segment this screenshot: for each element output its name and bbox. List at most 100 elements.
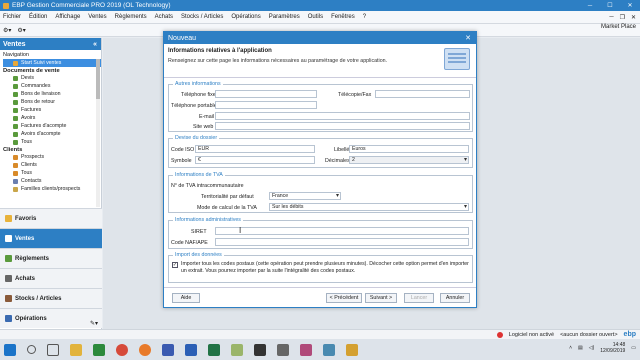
menu-help[interactable]: ? [363, 14, 366, 20]
code-iso-field[interactable]: EUR [195, 145, 315, 153]
tree-item-factures-acompte[interactable]: Factures d'acompte [3, 122, 101, 130]
menu-parametres[interactable]: Paramètres [269, 14, 300, 20]
field-label: Téléphone portable [171, 102, 217, 109]
dialog-close-icon[interactable]: ✕ [463, 33, 473, 42]
mdi-close-icon[interactable]: ✕ [631, 14, 636, 21]
tree-item-prospects[interactable]: Prospects [3, 153, 101, 161]
mode-calcul-select[interactable]: Sur les débits [269, 203, 469, 211]
menu-achats[interactable]: Achats [155, 14, 173, 20]
tree-scrollbar[interactable] [96, 59, 100, 207]
cancel-button[interactable]: Annuler [440, 293, 470, 303]
volume-icon[interactable]: ◁) [589, 345, 595, 351]
menu-fichier[interactable]: Fichier [3, 14, 21, 20]
module-reglements[interactable]: Règlements [0, 248, 102, 268]
tree-item-factures[interactable]: Factures [3, 106, 101, 114]
sidebar-title: Ventes [3, 40, 26, 48]
help-button[interactable]: Aide [172, 293, 200, 303]
chrome-icon[interactable] [116, 343, 128, 356]
siret-field[interactable] [215, 227, 469, 235]
explorer-icon[interactable] [70, 343, 82, 356]
tree-item-avoirs-acompte[interactable]: Avoirs d'acompte [3, 130, 101, 138]
maximize-icon[interactable]: ☐ [600, 0, 620, 11]
module-favoris[interactable]: Favoris [0, 208, 102, 228]
tree-item-commandes[interactable]: Commandes [3, 82, 101, 90]
next-button[interactable]: Suivant > [365, 293, 397, 303]
naf-field[interactable] [215, 238, 469, 246]
launch-button[interactable]: Lancer [404, 293, 434, 303]
label-site-web: Site web [193, 122, 213, 131]
text-cursor-icon: I [239, 226, 242, 235]
label-tel-fixe: Téléphone fixe [181, 90, 216, 99]
title-bar: EBP Gestion Commerciale PRO 2019 (OL Tec… [0, 0, 640, 11]
tree-item-devis[interactable]: Devis [3, 74, 101, 82]
tree-item-livraison[interactable]: Bons de livraison [3, 90, 101, 98]
settings-icon[interactable]: ⚙▾ [3, 27, 11, 34]
menu-operations[interactable]: Opérations [231, 14, 260, 20]
ebp-app-icon[interactable] [93, 343, 105, 356]
mdi-restore-icon[interactable]: ❐ [620, 14, 625, 21]
tree-item-tous-docs[interactable]: Tous [3, 138, 101, 146]
territorialite-select[interactable]: France [269, 192, 341, 200]
module-list: Favoris Ventes Règlements Achats Stocks … [0, 208, 102, 328]
tree-item-tous-clients[interactable]: Tous [3, 169, 101, 177]
navigation-label: Navigation [3, 51, 29, 58]
tree-item-label: Prospects [21, 154, 45, 160]
sidebar-footer: ✎▾ [0, 317, 102, 329]
options-icon[interactable]: ⚙▾ [17, 27, 25, 34]
app-icon[interactable] [346, 343, 358, 356]
excel-icon[interactable] [208, 343, 220, 356]
clock[interactable]: 14:48 12/09/2019 [600, 342, 625, 354]
email-field[interactable] [215, 112, 470, 120]
tree-item-contacts[interactable]: Contacts [3, 177, 101, 185]
telecopie-field[interactable] [375, 90, 470, 98]
menu-edition[interactable]: Édition [29, 14, 47, 20]
market-place-link[interactable]: Market Place [601, 24, 636, 30]
tray-up-icon[interactable]: ˄ [569, 345, 572, 351]
decimales-select[interactable]: 2 [349, 156, 469, 164]
menu-affichage[interactable]: Affichage [55, 14, 80, 20]
app-icon[interactable] [162, 343, 174, 356]
menu-ventes[interactable]: Ventes [88, 14, 106, 20]
windows-start-icon[interactable] [4, 343, 16, 356]
search-icon[interactable] [27, 345, 36, 354]
tel-portable-field[interactable] [215, 101, 317, 109]
task-view-icon[interactable] [47, 343, 59, 356]
collapse-icon[interactable]: « [93, 41, 97, 48]
libelle-field[interactable]: Euros [349, 145, 469, 153]
menu-reglements[interactable]: Règlements [115, 14, 147, 20]
module-ventes[interactable]: Ventes [0, 228, 102, 248]
label-mode-calcul: Mode de calcul de la TVA [197, 203, 257, 212]
module-achats[interactable]: Achats [0, 268, 102, 288]
tree-item-retour[interactable]: Bons de retour [3, 98, 101, 106]
scrollbar-thumb[interactable] [96, 59, 100, 99]
app-icon[interactable] [277, 343, 289, 356]
site-web-field[interactable] [215, 122, 470, 130]
module-stocks[interactable]: Stocks / Articles [0, 288, 102, 308]
minimize-icon[interactable]: ─ [580, 0, 600, 11]
menu-fenetres[interactable]: Fenêtres [331, 14, 355, 20]
word-icon[interactable] [185, 343, 197, 356]
firefox-icon[interactable] [139, 343, 151, 356]
app-icon[interactable] [323, 343, 335, 356]
import-postcodes-checkbox[interactable]: ✓ [172, 262, 178, 268]
menu-outils[interactable]: Outils [308, 14, 323, 20]
close-icon[interactable]: ✕ [620, 0, 640, 11]
customize-icon[interactable]: ✎▾ [90, 320, 98, 327]
previous-button[interactable]: < Précédent [326, 293, 362, 303]
tree-item-label: Avoirs [21, 115, 36, 121]
mdi-minimize-icon[interactable]: ─ [609, 14, 613, 20]
notes-icon[interactable] [231, 343, 243, 356]
network-icon[interactable]: ▤ [578, 345, 583, 351]
tree-item-start[interactable]: Start Suivi ventes [3, 59, 101, 67]
tree-item-avoirs[interactable]: Avoirs [3, 114, 101, 122]
symbole-field[interactable]: € [195, 156, 315, 164]
tree-item-familles[interactable]: Familles clients/prospects [3, 185, 101, 193]
payment-icon [5, 255, 12, 262]
app-icon[interactable] [254, 343, 266, 356]
app-icon[interactable] [300, 343, 312, 356]
menu-stocks[interactable]: Stocks / Articles [181, 14, 223, 20]
license-status[interactable]: Logiciel non activé [509, 332, 554, 338]
notifications-icon[interactable]: ▭ [631, 345, 636, 351]
tel-fixe-field[interactable] [215, 90, 317, 98]
tree-item-clients[interactable]: Clients [3, 161, 101, 169]
